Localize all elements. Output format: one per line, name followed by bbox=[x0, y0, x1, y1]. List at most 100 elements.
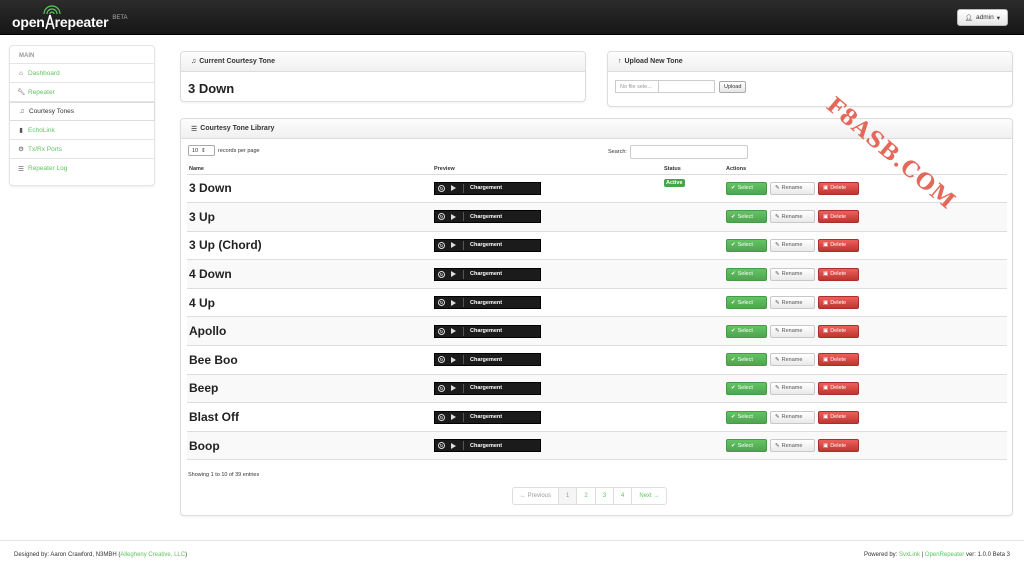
play-icon[interactable] bbox=[451, 328, 456, 335]
pagination-next[interactable]: Next → bbox=[632, 488, 666, 504]
wrench-icon: 🔧︎ bbox=[17, 89, 26, 96]
delete-button[interactable]: ▣ Delete bbox=[818, 439, 859, 453]
rename-button[interactable]: ✎ Rename bbox=[770, 267, 815, 281]
select-button[interactable]: ✔ Select bbox=[726, 410, 767, 424]
sidebar-item-courtesy-tones[interactable]: ♫ Courtesy Tones bbox=[9, 102, 155, 121]
pagination-previous[interactable]: ← Previous bbox=[513, 488, 560, 504]
rename-button[interactable]: ✎ Rename bbox=[770, 296, 815, 310]
row-actions: ✔ Select ✎ Rename ▣ Delete bbox=[726, 296, 1007, 310]
sidebar-item-echolink[interactable]: ▮ EchoLink bbox=[10, 121, 154, 140]
svxlink-link[interactable]: SvxLink bbox=[899, 552, 920, 558]
page-length-select[interactable]: 10 ⇕ bbox=[188, 145, 215, 156]
play-icon[interactable] bbox=[451, 242, 456, 249]
delete-label: Delete bbox=[830, 442, 847, 449]
delete-button[interactable]: ▣ Delete bbox=[818, 353, 859, 367]
audio-player[interactable]: ↻ Chargement bbox=[434, 324, 541, 338]
play-icon[interactable] bbox=[451, 356, 456, 363]
audio-player[interactable]: ↻ Chargement bbox=[434, 181, 541, 195]
column-header-status[interactable]: Status bbox=[662, 164, 724, 175]
play-icon[interactable] bbox=[451, 271, 456, 278]
select-button[interactable]: ✔ Select bbox=[726, 181, 767, 195]
rename-button[interactable]: ✎ Rename bbox=[770, 238, 815, 252]
rename-button[interactable]: ✎ Rename bbox=[770, 439, 815, 453]
delete-label: Delete bbox=[830, 356, 847, 363]
play-icon[interactable] bbox=[451, 213, 456, 220]
select-label: Select bbox=[737, 271, 753, 278]
allegheny-link[interactable]: Allegheny Creative, LLC bbox=[120, 552, 185, 558]
sidebar-item-dashboard[interactable]: ⌂ Dashboard bbox=[10, 64, 154, 83]
delete-button[interactable]: ▣ Delete bbox=[818, 324, 859, 338]
player-divider bbox=[463, 212, 464, 222]
rename-button[interactable]: ✎ Rename bbox=[770, 353, 815, 367]
delete-button[interactable]: ▣ Delete bbox=[818, 181, 859, 195]
select-button[interactable]: ✔ Select bbox=[726, 267, 767, 281]
column-header-name[interactable]: Name bbox=[187, 164, 432, 175]
column-header-actions[interactable]: Actions bbox=[724, 164, 1007, 175]
select-button[interactable]: ✔ Select bbox=[726, 353, 767, 367]
brand-logo[interactable]: open repeater BETA bbox=[12, 5, 128, 30]
delete-button[interactable]: ▣ Delete bbox=[818, 410, 859, 424]
sidebar-item-txrx-ports[interactable]: ⚙ Tx/Rx Ports bbox=[10, 140, 154, 159]
actions-cell: ✔ Select ✎ Rename ▣ Delete bbox=[724, 202, 1007, 232]
tone-name: 4 Up bbox=[189, 295, 216, 310]
actions-cell: ✔ Select ✎ Rename ▣ Delete bbox=[724, 174, 1007, 204]
play-icon[interactable] bbox=[451, 299, 456, 306]
audio-player[interactable]: ↻ Chargement bbox=[434, 210, 541, 224]
upload-button[interactable]: Upload bbox=[719, 80, 747, 93]
delete-button[interactable]: ▣ Delete bbox=[818, 381, 859, 395]
pagination-page-4[interactable]: 4 bbox=[614, 488, 633, 504]
audio-player[interactable]: ↻ Chargement bbox=[434, 296, 541, 310]
player-divider bbox=[463, 298, 464, 308]
audio-player[interactable]: ↻ Chargement bbox=[434, 353, 541, 367]
tone-name-cell: Beep bbox=[187, 374, 432, 404]
select-button[interactable]: ✔ Select bbox=[726, 381, 767, 395]
actions-cell: ✔ Select ✎ Rename ▣ Delete bbox=[724, 231, 1007, 261]
rename-label: Rename bbox=[781, 185, 803, 192]
play-icon[interactable] bbox=[451, 442, 456, 449]
select-button[interactable]: ✔ Select bbox=[726, 324, 767, 338]
rename-button[interactable]: ✎ Rename bbox=[770, 410, 815, 424]
play-icon[interactable] bbox=[451, 385, 456, 392]
delete-button[interactable]: ▣ Delete bbox=[818, 267, 859, 281]
player-status: Chargement bbox=[470, 185, 503, 192]
audio-player[interactable]: ↻ Chargement bbox=[434, 267, 541, 281]
select-button[interactable]: ✔ Select bbox=[726, 296, 767, 310]
delete-button[interactable]: ▣ Delete bbox=[818, 210, 859, 224]
pagination-page-3[interactable]: 3 bbox=[596, 488, 615, 504]
select-button[interactable]: ✔ Select bbox=[726, 439, 767, 453]
row-actions: ✔ Select ✎ Rename ▣ Delete bbox=[726, 210, 1007, 224]
player-divider bbox=[463, 269, 464, 279]
audio-player[interactable]: ↻ Chargement bbox=[434, 410, 541, 424]
openrepeater-link[interactable]: OpenRepeater bbox=[925, 552, 964, 558]
play-icon[interactable] bbox=[451, 185, 456, 192]
admin-menu-button[interactable]: 👤︎ admin ▾ bbox=[956, 9, 1008, 26]
rename-button[interactable]: ✎ Rename bbox=[770, 181, 815, 195]
sidebar-item-repeater-log[interactable]: ☰ Repeater Log bbox=[10, 159, 154, 178]
pagination-page-1[interactable]: 1 bbox=[559, 488, 578, 504]
audio-player[interactable]: ↻ Chargement bbox=[434, 439, 541, 453]
rename-button[interactable]: ✎ Rename bbox=[770, 381, 815, 395]
column-header-preview[interactable]: Preview bbox=[432, 164, 662, 175]
check-icon: ✔ bbox=[731, 356, 736, 363]
preview-cell: ↻ Chargement bbox=[432, 231, 662, 261]
pencil-icon: ✎ bbox=[775, 185, 780, 192]
delete-button[interactable]: ▣ Delete bbox=[818, 296, 859, 310]
rename-label: Rename bbox=[781, 385, 803, 392]
tone-name: Beep bbox=[189, 381, 219, 396]
select-button[interactable]: ✔ Select bbox=[726, 210, 767, 224]
music-icon: ♫ bbox=[19, 108, 25, 115]
file-input[interactable]: No file sele... bbox=[615, 80, 715, 93]
delete-button[interactable]: ▣ Delete bbox=[818, 238, 859, 252]
search-input[interactable] bbox=[629, 145, 748, 159]
play-icon[interactable] bbox=[451, 414, 456, 421]
player-status: Chargement bbox=[470, 328, 503, 335]
rename-button[interactable]: ✎ Rename bbox=[770, 210, 815, 224]
select-button[interactable]: ✔ Select bbox=[726, 238, 767, 252]
audio-player[interactable]: ↻ Chargement bbox=[434, 381, 541, 395]
select-label: Select bbox=[737, 242, 753, 249]
rename-button[interactable]: ✎ Rename bbox=[770, 324, 815, 338]
pagination: ← Previous 1 2 3 4 Next → bbox=[512, 487, 668, 505]
pagination-page-2[interactable]: 2 bbox=[577, 488, 596, 504]
audio-player[interactable]: ↻ Chargement bbox=[434, 238, 541, 252]
sidebar-item-repeater[interactable]: 🔧︎ Repeater bbox=[10, 83, 154, 102]
